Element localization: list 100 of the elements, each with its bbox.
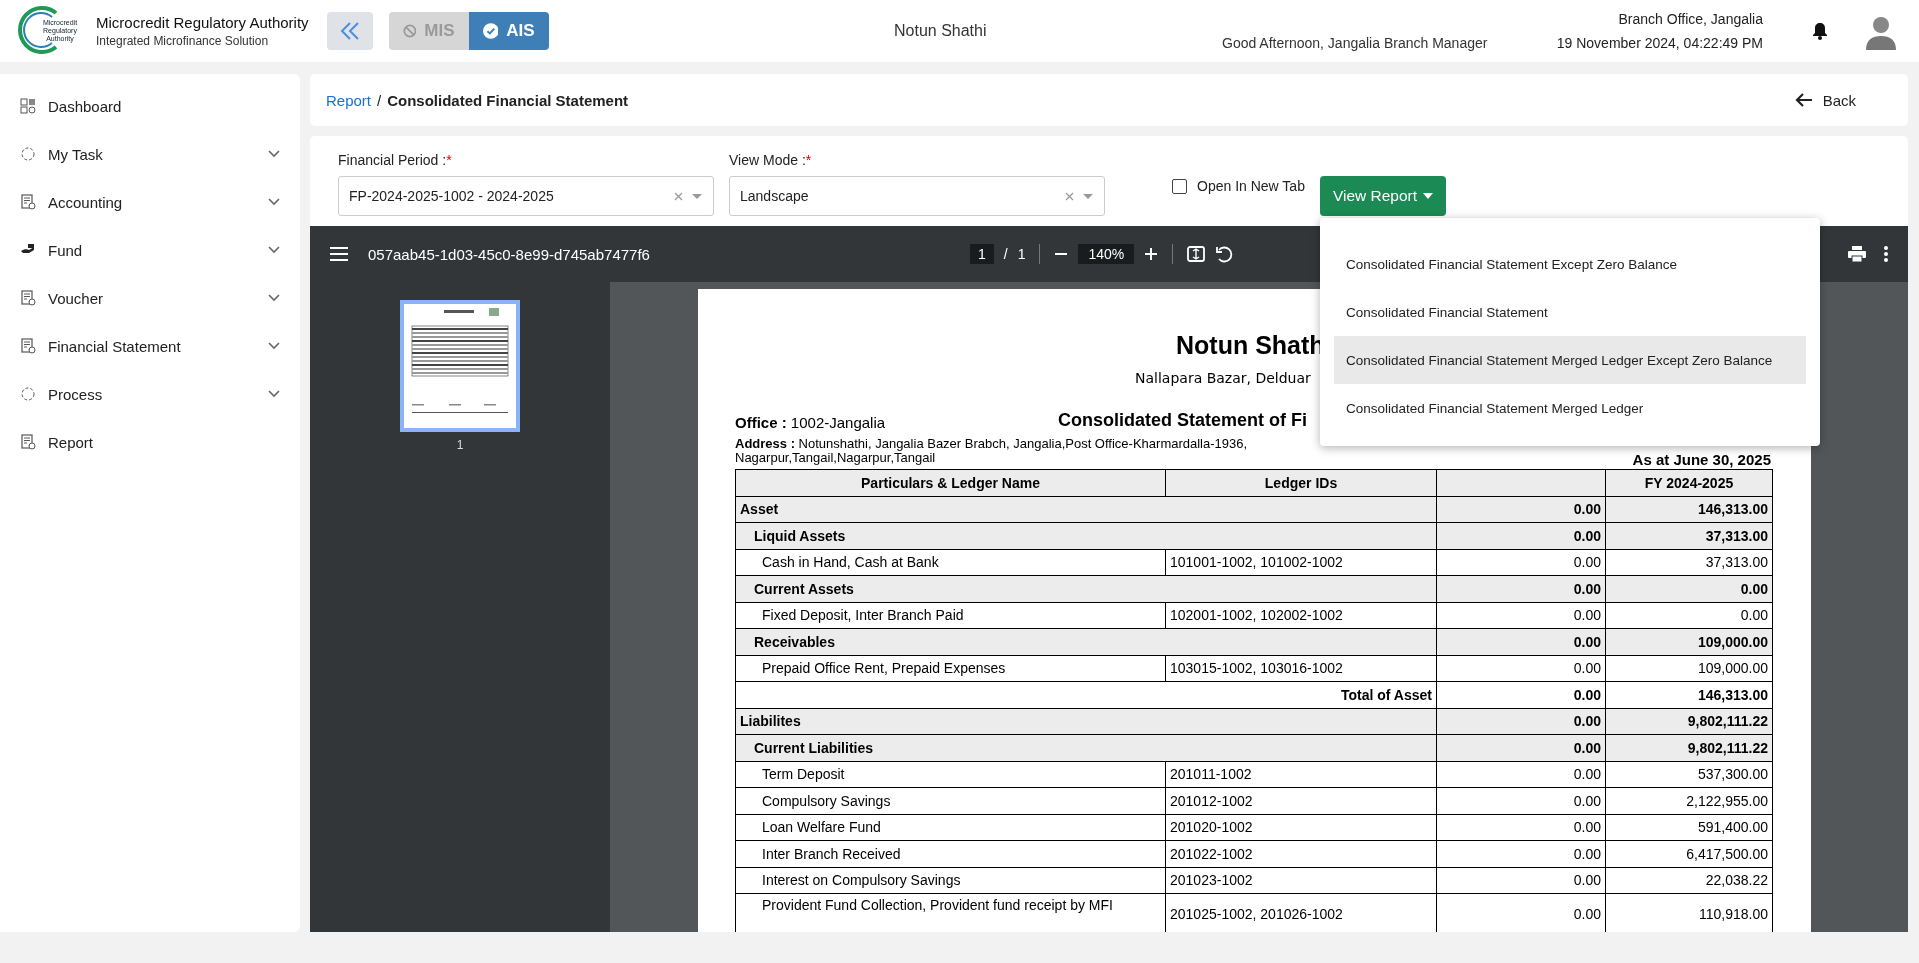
arrow-left-icon <box>1794 92 1813 108</box>
table-cell: 9,802,111.22 <box>1605 734 1773 761</box>
caret-icon <box>1423 193 1434 199</box>
zoom-in-icon[interactable] <box>1144 247 1159 261</box>
table-cell: Fixed Deposit, Inter Branch Paid <box>735 602 1166 629</box>
table-cell: 102001-1002, 102002-1002 <box>1165 602 1437 629</box>
print-icon[interactable] <box>1848 246 1866 262</box>
table-cell: 0.00 <box>1436 655 1606 682</box>
app-title: Microcredit Regulatory Authority <box>96 14 309 31</box>
collapse-sidebar-button[interactable] <box>326 12 373 50</box>
ban-icon <box>402 23 417 39</box>
page-thumbnail[interactable] <box>400 300 520 432</box>
table-cell: 0.00 <box>1436 681 1606 708</box>
table-cell: 146,313.00 <box>1605 681 1773 708</box>
clear-icon[interactable] <box>674 191 683 201</box>
greeting: Good Afternoon, Jangalia Branch Manager <box>1222 35 1488 51</box>
table-cell: Compulsory Savings <box>735 787 1166 814</box>
rotate-icon[interactable] <box>1215 245 1234 263</box>
sidebar-item[interactable]: Financial Statement <box>0 322 300 370</box>
zoom-level-field[interactable]: 140% <box>1078 244 1135 264</box>
checkbox[interactable] <box>1172 178 1187 194</box>
office-info: Office : 1002-Jangalia <box>735 414 887 431</box>
menu-item-icon <box>20 338 36 354</box>
column-header: FY 2024-2025 <box>1605 469 1773 496</box>
more-options-icon[interactable] <box>1884 246 1888 262</box>
table-cell: 0.00 <box>1436 761 1606 788</box>
select-field[interactable]: Landscape <box>729 176 1105 216</box>
table-cell: 201020-1002 <box>1165 814 1437 841</box>
table-cell: 537,300.00 <box>1605 761 1773 788</box>
avatar-icon[interactable] <box>1864 14 1898 50</box>
report-date: As at June 30, 2025 <box>1632 453 1771 467</box>
back-button[interactable]: Back <box>1788 90 1862 110</box>
table-cell: 201022-1002 <box>1165 840 1437 867</box>
table-cell: 0.00 <box>1436 734 1606 761</box>
menu-item-icon <box>20 434 36 450</box>
bell-icon[interactable] <box>1812 22 1828 40</box>
select-field[interactable]: FP-2024-2025-1002 - 2024-2025 <box>338 176 714 216</box>
field-label: View Mode :* <box>729 152 813 168</box>
table-cell: 101001-1002, 101002-1002 <box>1165 549 1437 576</box>
file-name: 057aab45-1d03-45c0-8e99-d745ab7477f6 <box>368 245 650 263</box>
table-cell: 0.00 <box>1436 522 1606 549</box>
sidebar-item[interactable]: Accounting <box>0 178 300 226</box>
table-cell: 0.00 <box>1436 814 1606 841</box>
statement-heading: Consolidated Statement of Fi <box>1058 410 1307 431</box>
mode-toggle[interactable]: AIS <box>468 12 549 50</box>
menu-icon[interactable] <box>330 247 348 261</box>
sidebar-item[interactable]: My Task <box>0 130 300 178</box>
column-header: Particulars & Ledger Name <box>735 469 1166 496</box>
table-cell: Asset <box>735 496 1437 523</box>
menu-item-icon <box>20 146 36 162</box>
page-title: Consolidated Financial Statement <box>387 91 629 109</box>
table-cell: 37,313.00 <box>1605 549 1773 576</box>
table-cell: 201023-1002 <box>1165 867 1437 894</box>
table-cell: Liabilites <box>735 708 1437 735</box>
table-cell: Inter Branch Received <box>735 840 1166 867</box>
table-cell: Total of Asset <box>735 681 1437 708</box>
breadcrumb-separator: / <box>377 91 382 109</box>
table-cell: 201012-1002 <box>1165 787 1437 814</box>
table-cell: 0.00 <box>1436 549 1606 576</box>
page-separator: / <box>1003 246 1008 262</box>
open-in-new-tab-checkbox[interactable]: Open In New Tab <box>1172 178 1305 194</box>
table-cell: 22,038.22 <box>1605 867 1773 894</box>
table-cell: 591,400.00 <box>1605 814 1773 841</box>
page-number-field[interactable]: 1 <box>970 244 994 264</box>
sidebar-item[interactable]: Fund <box>0 226 300 274</box>
table-cell: 201011-1002 <box>1165 761 1437 788</box>
table-cell: 37,313.00 <box>1605 522 1773 549</box>
table-cell: 103015-1002, 103016-1002 <box>1165 655 1437 682</box>
sidebar-item[interactable]: Dashboard <box>0 82 300 130</box>
organization-name: Notun Shathi <box>894 22 987 40</box>
table-cell: Interest on Compulsory Savings <box>735 867 1166 894</box>
sidebar-item[interactable]: Report <box>0 418 300 466</box>
menu-item-icon <box>20 386 36 402</box>
table-cell: 0.00 <box>1436 496 1606 523</box>
table-cell: 0.00 <box>1436 575 1606 602</box>
table-cell: 6,417,500.00 <box>1605 840 1773 867</box>
sidebar-item[interactable]: Voucher <box>0 274 300 322</box>
table-cell: Liquid Assets <box>735 522 1437 549</box>
table-cell: Cash in Hand, Cash at Bank <box>735 549 1166 576</box>
table-cell: 0.00 <box>1436 867 1606 894</box>
menu-item-icon <box>20 290 36 306</box>
breadcrumb-link[interactable]: Report <box>326 91 372 109</box>
table-cell: 0.00 <box>1605 602 1773 629</box>
table-cell: 109,000.00 <box>1605 628 1773 655</box>
app-subtitle: Integrated Microfinance Solution <box>96 34 270 48</box>
page-count: 1 <box>1017 246 1026 262</box>
column-header: Ledger IDs <box>1165 469 1437 496</box>
table-cell: Loan Welfare Fund <box>735 814 1166 841</box>
fit-page-icon[interactable] <box>1187 245 1206 263</box>
table-cell: 0.00 <box>1436 840 1606 867</box>
menu-item[interactable]: Consolidated Financial Statement Merged Ledger Except Zero Balance <box>1334 336 1806 384</box>
table-cell: Provident Fund Collection, Provident fund receipt by MFI <box>735 893 1166 932</box>
clear-icon[interactable] <box>1065 191 1074 201</box>
table-cell: 146,313.00 <box>1605 496 1773 523</box>
table-cell: Receivables <box>735 628 1437 655</box>
table-cell: Current Liabilities <box>735 734 1437 761</box>
view-report-button[interactable]: View Report <box>1319 176 1447 216</box>
sidebar-item[interactable]: Process <box>0 370 300 418</box>
menu-item-icon <box>20 98 36 114</box>
table-cell: Prepaid Office Rent, Prepaid Expenses <box>735 655 1166 682</box>
